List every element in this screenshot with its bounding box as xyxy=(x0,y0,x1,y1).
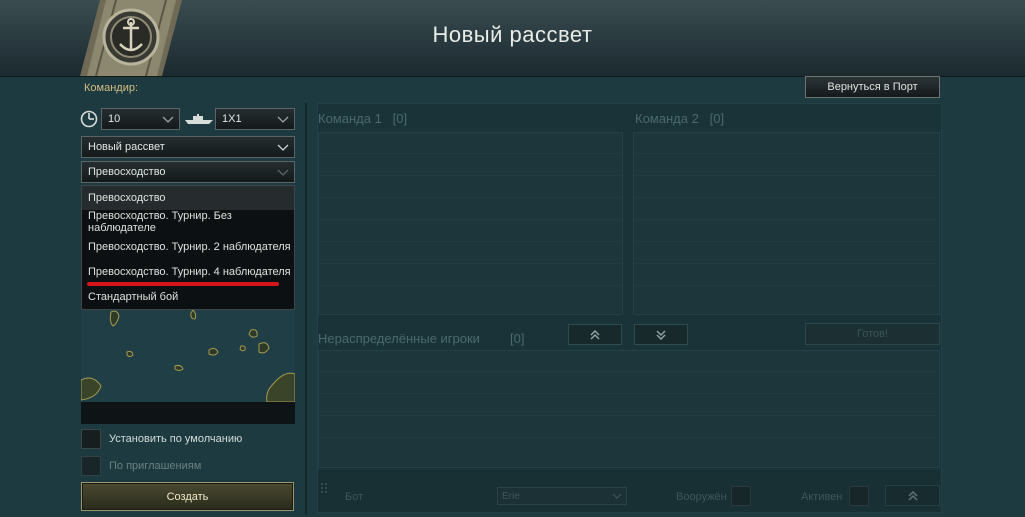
list-row-line xyxy=(634,285,939,286)
tier-clock-icon xyxy=(80,110,98,128)
mode-select[interactable]: Превосходство xyxy=(81,161,295,183)
mode-dropdown-list: Превосходство Превосходство. Турнир. Без… xyxy=(81,185,295,310)
bot-label: Бот xyxy=(345,491,364,503)
chevron-down-icon xyxy=(612,493,622,499)
chevron-down-icon xyxy=(277,169,289,176)
active-checkbox[interactable] xyxy=(849,486,869,506)
list-row-line xyxy=(319,197,622,198)
chevron-down-icon xyxy=(162,116,174,123)
commander-label: Командир: xyxy=(84,82,139,94)
double-chevron-up-icon xyxy=(590,329,600,340)
ship-icon xyxy=(185,114,213,124)
map-islands-icon xyxy=(81,310,295,402)
mode-select-value: Превосходство xyxy=(88,166,166,178)
list-row-line xyxy=(634,153,939,154)
double-chevron-down-icon xyxy=(656,329,666,340)
move-up-button[interactable] xyxy=(568,324,622,345)
team2-count: [0] xyxy=(709,111,725,126)
list-row-line xyxy=(634,197,939,198)
page-title: Новый рассвет xyxy=(432,22,593,47)
tier-select-value: 10 xyxy=(108,113,121,125)
list-row-line xyxy=(319,175,622,176)
map-caption-bar xyxy=(81,402,295,424)
mode-option-highlighted[interactable]: Превосходство. Турнир. 4 наблюдателя xyxy=(82,260,294,284)
back-to-port-button[interactable]: Вернуться в Порт xyxy=(805,76,940,98)
mode-option[interactable]: Превосходство. Турнир. Без наблюдателе xyxy=(82,210,294,234)
scenario-select[interactable]: Новый рассвет xyxy=(81,136,295,158)
team2-label: Команда 2 xyxy=(635,111,699,126)
move-down-button[interactable] xyxy=(634,324,688,345)
list-row-line xyxy=(634,241,939,242)
create-button[interactable]: Создать xyxy=(81,482,294,511)
list-row-line xyxy=(319,415,939,416)
armed-label: Вооружён xyxy=(676,491,727,503)
team2-title: Команда 2 [0] xyxy=(635,111,724,126)
double-chevron-up-icon xyxy=(907,490,918,501)
ready-button[interactable]: Готов! xyxy=(805,323,940,345)
mode-option[interactable]: Стандартный бой xyxy=(82,285,294,309)
list-row-line xyxy=(634,263,939,264)
mode-option[interactable]: Превосходство xyxy=(82,186,294,210)
list-row-line xyxy=(319,263,622,264)
add-bot-button[interactable] xyxy=(885,485,940,506)
unassigned-count: [0] xyxy=(510,331,525,346)
divider xyxy=(305,103,307,515)
bot-ship-select[interactable]: Erie xyxy=(497,487,627,505)
scenario-select-value: Новый рассвет xyxy=(88,141,165,153)
invites-checkbox[interactable] xyxy=(81,456,101,476)
default-checkbox-label: Установить по умолчанию xyxy=(109,433,243,445)
list-row-line xyxy=(634,219,939,220)
chevron-down-icon xyxy=(277,116,289,123)
invites-checkbox-label: По приглашениям xyxy=(109,460,202,472)
team2-list xyxy=(633,132,940,315)
list-row-line xyxy=(319,241,622,242)
list-row-line xyxy=(319,371,939,372)
unassigned-list xyxy=(318,350,940,468)
mode-option[interactable]: Превосходство. Турнир. 2 наблюдателя xyxy=(82,235,294,259)
bot-ship-select-value: Erie xyxy=(502,490,520,502)
drag-handle-icon xyxy=(321,483,327,493)
list-row-line xyxy=(319,219,622,220)
list-row-line xyxy=(634,175,939,176)
active-label: Активен xyxy=(801,491,843,503)
unassigned-title: Нераспределённые игроки xyxy=(318,331,480,346)
top-header: Новый рассвет xyxy=(0,0,1025,77)
map-preview xyxy=(81,310,295,402)
chevron-down-icon xyxy=(277,144,289,151)
team1-label: Команда 1 xyxy=(318,111,382,126)
list-row-line xyxy=(319,153,622,154)
highlight-underline xyxy=(87,282,279,286)
team1-count: [0] xyxy=(392,111,408,126)
list-row-line xyxy=(319,393,939,394)
default-checkbox[interactable] xyxy=(81,429,101,449)
tier-select[interactable]: 10 xyxy=(101,108,180,130)
bot-settings-row xyxy=(318,470,940,512)
armed-checkbox[interactable] xyxy=(731,486,751,506)
team1-title: Команда 1 [0] xyxy=(318,111,407,126)
format-select[interactable]: 1Х1 xyxy=(215,108,295,130)
list-row-line xyxy=(319,437,939,438)
team1-list xyxy=(318,132,623,315)
list-row-line xyxy=(319,285,622,286)
format-select-value: 1Х1 xyxy=(222,113,242,125)
